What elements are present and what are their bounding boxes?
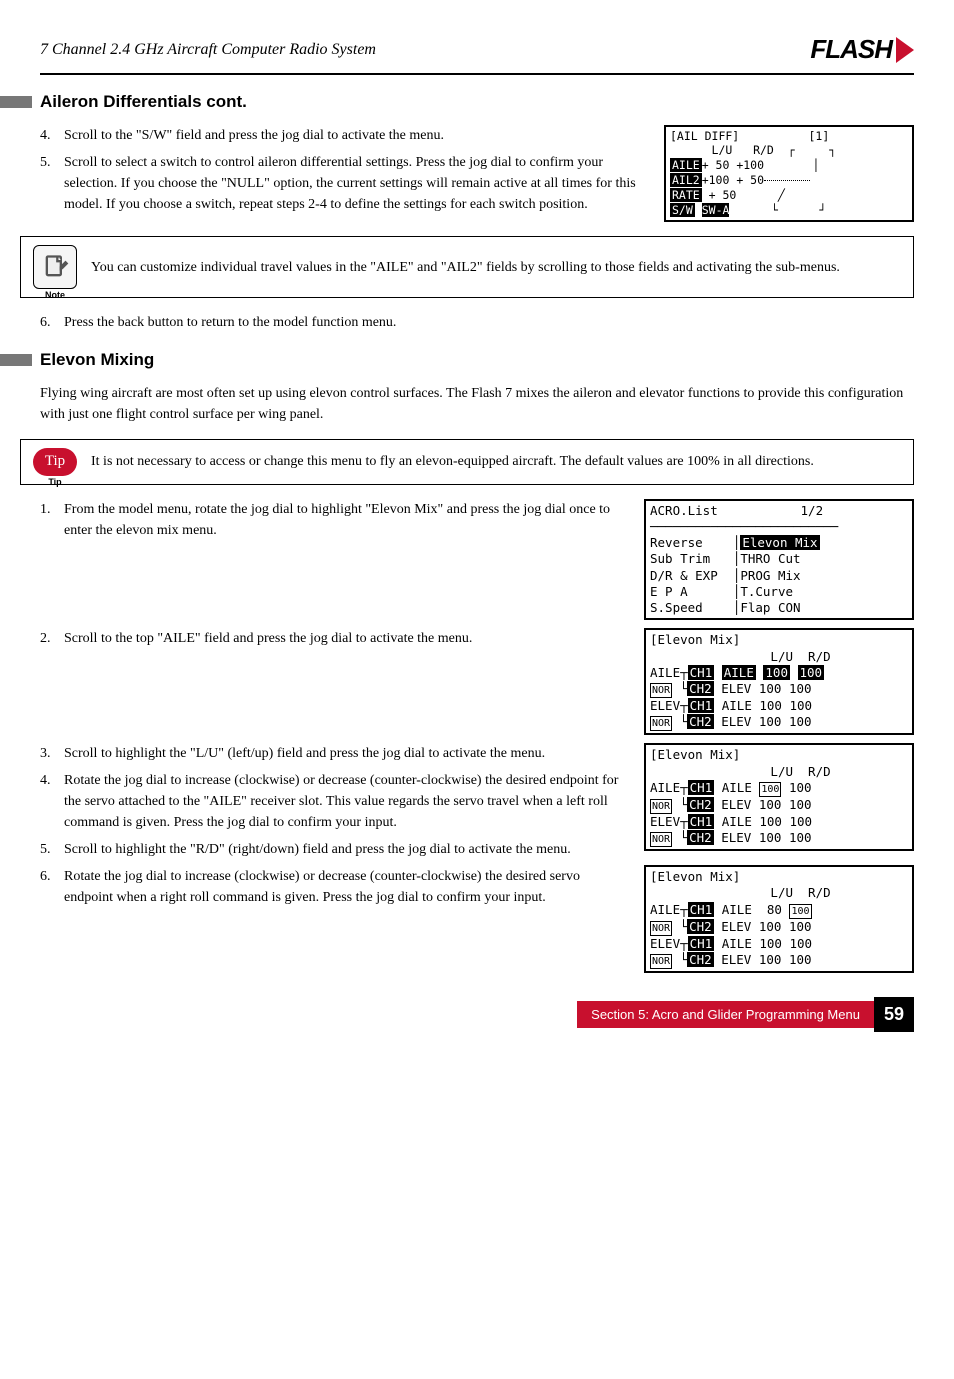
lcd-acro-list: ACRO.List 1/2 ───────────────────────── … xyxy=(644,499,914,621)
step2-3: 3.Scroll to highlight the "L/U" (left/up… xyxy=(40,743,624,764)
tip-text: It is not necessary to access or change … xyxy=(91,451,814,472)
step-6: 6.Press the back button to return to the… xyxy=(40,312,914,333)
step2-5: 5.Scroll to highlight the "R/D" (right/d… xyxy=(40,839,624,860)
step2-4: 4.Rotate the jog dial to increase (clock… xyxy=(40,770,624,833)
lcd-ail-diff: [AIL DIFF] [1] L/U R/D ┌ ┐ AILE+ 50 +100… xyxy=(664,125,914,223)
lcd-elevon-1: [Elevon Mix] L/U R/D AILE┬CH1 AILE 100 1… xyxy=(644,628,914,735)
heading-bar-icon xyxy=(0,96,32,108)
lcd-elevon-2: [Elevon Mix] L/U R/D AILE┬CH1 AILE 100 1… xyxy=(644,743,914,851)
step2-1: 1.From the model menu, rotate the jog di… xyxy=(40,499,624,541)
page-header: 7 Channel 2.4 GHz Aircraft Computer Radi… xyxy=(40,30,914,75)
note-label: Note xyxy=(34,289,76,303)
tip-icon: Tip xyxy=(33,448,77,476)
heading-bar-icon xyxy=(0,354,32,366)
section-heading-aileron: Aileron Differentials cont. xyxy=(40,89,914,115)
logo-arrow-icon xyxy=(896,37,914,63)
header-subtitle: 7 Channel 2.4 GHz Aircraft Computer Radi… xyxy=(40,38,376,62)
page-footer: Section 5: Acro and Glider Programming M… xyxy=(40,997,914,1032)
elevon-intro: Flying wing aircraft are most often set … xyxy=(40,383,914,425)
page-number: 59 xyxy=(874,997,914,1032)
brand-text: FLASH xyxy=(810,30,892,69)
brand-logo: FLASH xyxy=(810,30,914,69)
step2-2: 2.Scroll to the top "AILE" field and pre… xyxy=(40,628,624,649)
step-5: 5.Scroll to select a switch to control a… xyxy=(40,152,644,215)
section-heading-elevon: Elevon Mixing xyxy=(40,347,914,373)
tip-label: Tip xyxy=(33,476,77,490)
footer-section-text: Section 5: Acro and Glider Programming M… xyxy=(591,1005,860,1025)
lcd-elevon-3: [Elevon Mix] L/U R/D AILE┬CH1 AILE 80 10… xyxy=(644,865,914,973)
note-icon: Note xyxy=(33,245,77,289)
footer-section-bar: Section 5: Acro and Glider Programming M… xyxy=(577,1001,874,1029)
note-box: Note You can customize individual travel… xyxy=(20,236,914,298)
tip-box: Tip Tip It is not necessary to access or… xyxy=(20,439,914,485)
note-text: You can customize individual travel valu… xyxy=(91,257,840,278)
step-4: 4.Scroll to the "S/W" field and press th… xyxy=(40,125,644,146)
step2-6: 6.Rotate the jog dial to increase (clock… xyxy=(40,866,624,908)
